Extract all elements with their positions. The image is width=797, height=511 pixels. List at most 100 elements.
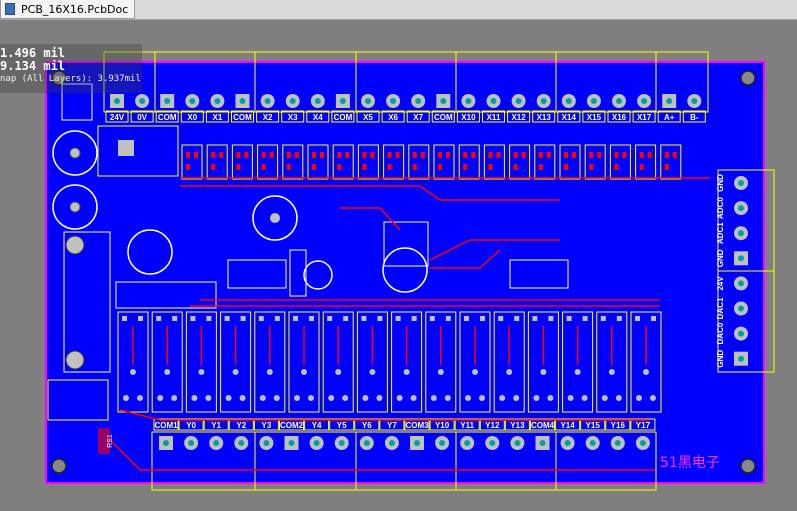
terminal-pad (359, 436, 374, 450)
terminal-pad (160, 94, 175, 108)
terminal-pad (734, 326, 748, 341)
terminal-label: Y13 (510, 421, 525, 430)
terminal-label: Y14 (560, 421, 575, 430)
terminal-pad (210, 94, 225, 108)
terminal-pad (184, 436, 199, 450)
terminal-pad (662, 94, 677, 108)
terminal-pad (285, 94, 300, 108)
terminal-pad (535, 436, 550, 450)
terminal-label: X2 (263, 113, 273, 122)
terminal-pad (310, 94, 325, 108)
terminal-label: 24V (716, 276, 725, 291)
terminal-label: 24V (110, 113, 125, 122)
terminal-label: X4 (313, 113, 323, 122)
terminal-label: COM4 (531, 421, 555, 430)
terminal-label: X10 (461, 113, 476, 122)
terminal-label: B- (690, 113, 699, 122)
terminal-pad (386, 94, 401, 108)
terminal-pad (734, 276, 748, 291)
terminal-pad (734, 351, 748, 366)
terminal-label: X0 (187, 113, 197, 122)
terminal-pad (586, 94, 601, 108)
terminal-label: Y11 (460, 421, 474, 430)
terminal-pad (361, 94, 375, 108)
terminal-label: X16 (612, 113, 627, 122)
terminal-pad (461, 94, 476, 108)
terminal-pad (687, 94, 702, 108)
terminal-pad (734, 251, 748, 266)
terminal-pad (411, 94, 426, 108)
hud-y: 9.134 mil (0, 59, 66, 73)
terminal-pad (235, 94, 250, 108)
terminal-pad (486, 94, 501, 108)
terminal-pad (561, 94, 576, 108)
terminal-pad (612, 94, 626, 108)
terminal-label: X17 (637, 113, 652, 122)
terminal-pad (734, 176, 748, 190)
terminal-pad (260, 94, 275, 108)
terminal-pad (585, 436, 600, 450)
terminal-label: COM (434, 113, 453, 122)
terminal-label: Y7 (387, 421, 397, 430)
terminal-label: X13 (537, 113, 552, 122)
svg-text:RS1: RS1 (107, 434, 114, 448)
terminal-label: DAC0 (716, 322, 725, 344)
terminal-label: GND (716, 249, 725, 267)
terminal-label: X5 (363, 113, 373, 122)
terminal-label: COM1 (154, 421, 178, 430)
tab-title: PCB_16X16.PcbDoc (21, 2, 129, 16)
terminal-label: A+ (664, 113, 675, 122)
terminal-label: ADC1 (716, 222, 725, 244)
terminal-label: Y15 (586, 421, 601, 430)
terminal-label: Y10 (435, 421, 450, 430)
terminal-pad (734, 226, 748, 241)
terminal-pad (309, 436, 324, 450)
terminal-label: Y1 (211, 421, 221, 430)
terminal-label: Y0 (186, 421, 196, 430)
terminal-pad (635, 436, 650, 450)
terminal-label: X12 (511, 113, 526, 122)
terminal-label: COM (233, 113, 252, 122)
terminal-label: Y6 (362, 421, 372, 430)
terminal-pad (135, 94, 150, 108)
terminal-label: X1 (213, 113, 223, 122)
terminal-pad (384, 436, 399, 450)
terminal-label: Y5 (337, 421, 347, 430)
terminal-pad (410, 436, 424, 450)
terminal-label: Y4 (312, 421, 322, 430)
terminal-pad (460, 436, 475, 450)
terminal-pad (511, 94, 526, 108)
terminal-pad (436, 94, 451, 108)
terminal-label: X6 (388, 113, 398, 122)
terminal-pad (110, 94, 124, 108)
terminal-label: GND (716, 174, 725, 192)
terminal-label: X3 (288, 113, 298, 122)
terminal-label: Y2 (236, 421, 246, 430)
terminal-pad (536, 94, 551, 108)
terminal-pad (284, 436, 299, 450)
terminal-label: DAC1 (716, 297, 725, 319)
document-tab-bar: PCB_16X16.PcbDoc (0, 0, 797, 20)
terminal-pad (334, 436, 349, 450)
pcb-document-icon (5, 3, 15, 15)
terminal-pad (159, 436, 173, 450)
coordinate-hud: 1.496 mil 9.134 mil nap (All Layers): 3.… (0, 44, 142, 93)
terminal-label: X15 (587, 113, 602, 122)
terminal-label: 0V (137, 113, 147, 122)
terminal-pad (637, 94, 652, 108)
brand-label: 51黑电子 (660, 455, 720, 471)
terminal-pad (560, 436, 575, 450)
terminal-label: COM (158, 113, 177, 122)
terminal-label: ADC0 (716, 197, 725, 219)
terminal-pad (234, 436, 249, 450)
terminal-label: COM3 (405, 421, 429, 430)
terminal-pad (510, 436, 525, 450)
pcb-document-tab[interactable]: PCB_16X16.PcbDoc (0, 0, 136, 19)
terminal-label: X14 (562, 113, 577, 122)
terminal-pad (734, 301, 748, 316)
terminal-pad (209, 436, 224, 450)
terminal-label: Y3 (262, 421, 272, 430)
pcb-board-view[interactable]: 24V 0V COM X0 X1 COM X2 X3 X4 COM X5 X6 X7 COM X10 X11 X… (0, 20, 797, 511)
pcb-canvas[interactable]: 24V 0V COM X0 X1 COM X2 X3 X4 COM X5 X6 X7 COM X10 X11 X… (0, 20, 797, 511)
terminal-label: COM (334, 113, 353, 122)
